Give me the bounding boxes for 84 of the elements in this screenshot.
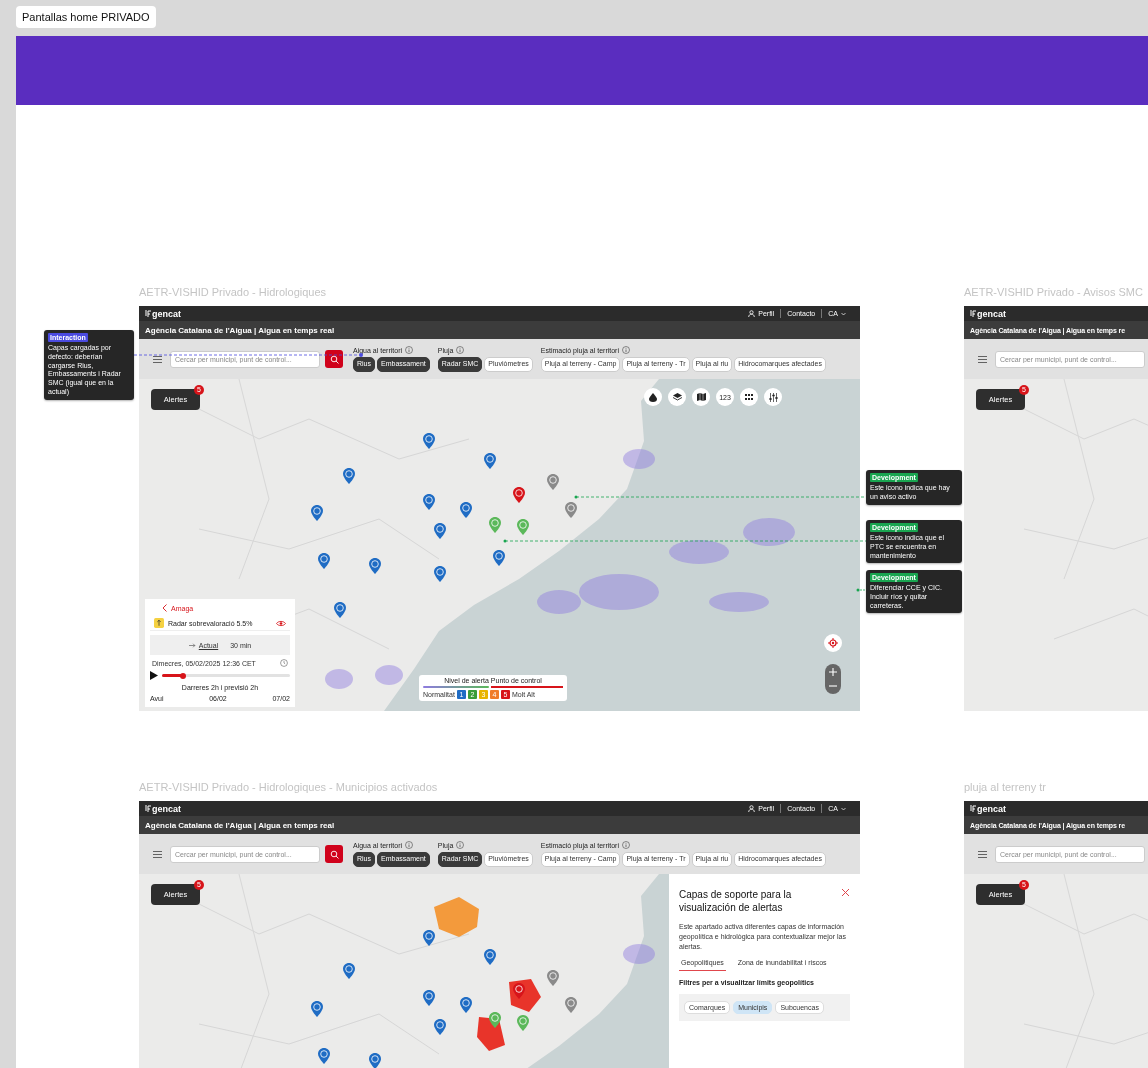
brand-name[interactable]: gencat bbox=[977, 308, 1006, 319]
person-icon bbox=[748, 310, 756, 317]
info-icon[interactable] bbox=[456, 841, 465, 850]
brand-icon bbox=[145, 805, 151, 812]
rain-area bbox=[375, 665, 403, 685]
map-pin-icon[interactable] bbox=[423, 433, 435, 449]
map-pin-icon[interactable] bbox=[434, 1019, 446, 1035]
chevron-left-icon bbox=[162, 604, 167, 612]
map-pin-icon[interactable] bbox=[460, 997, 472, 1013]
info-icon[interactable] bbox=[405, 841, 414, 850]
map-pin-icon[interactable] bbox=[334, 602, 346, 618]
map-pin-icon[interactable] bbox=[318, 1048, 330, 1064]
frame-title: AETR-VISHID Privado - Hidrologiques - Municipios activados bbox=[139, 781, 438, 793]
rain-area bbox=[623, 944, 655, 964]
map-pin-icon[interactable] bbox=[565, 997, 577, 1013]
menu-icon[interactable] bbox=[978, 850, 987, 858]
drop-icon bbox=[649, 392, 657, 402]
map-pin-icon[interactable] bbox=[423, 494, 435, 510]
play-icon[interactable] bbox=[150, 671, 158, 680]
municipality-shape[interactable] bbox=[477, 1017, 505, 1051]
search-button[interactable] bbox=[325, 845, 343, 863]
caret-icon bbox=[841, 806, 846, 811]
map-icon bbox=[696, 393, 706, 401]
rain-area bbox=[623, 449, 655, 469]
site-title: Agència Catalana de l'Aigua | Aigua en temps real bbox=[145, 325, 335, 335]
map-pin-icon[interactable] bbox=[547, 970, 559, 986]
layers-icon bbox=[672, 393, 682, 401]
clock-icon[interactable] bbox=[280, 659, 288, 667]
map-pin-icon[interactable] bbox=[434, 523, 446, 539]
leader-line bbox=[856, 588, 867, 592]
person-icon bbox=[748, 805, 756, 812]
brand-name[interactable]: gencat bbox=[152, 308, 181, 319]
brand-icon bbox=[970, 805, 976, 812]
map-pin-icon[interactable] bbox=[369, 1053, 381, 1068]
close-icon[interactable] bbox=[841, 888, 850, 897]
map-pin-icon[interactable] bbox=[311, 1001, 323, 1017]
rain-area bbox=[743, 518, 795, 546]
brand-name[interactable]: gencat bbox=[152, 803, 181, 814]
info-icon[interactable] bbox=[622, 346, 630, 355]
search-icon bbox=[329, 354, 339, 364]
panel-title: Capas de soporte para la visualización de alertas bbox=[679, 888, 793, 914]
map-pin-icon[interactable] bbox=[493, 550, 505, 566]
brand-name[interactable]: gencat bbox=[977, 803, 1006, 814]
map-pin-icon[interactable] bbox=[343, 963, 355, 979]
menu-icon[interactable] bbox=[153, 850, 162, 858]
menu-icon[interactable] bbox=[978, 355, 987, 363]
map-pin-icon[interactable] bbox=[434, 566, 446, 582]
map-pin-icon[interactable] bbox=[513, 487, 525, 503]
frame-title: AETR-VISHID Privado - Avisos SMC bbox=[964, 286, 1143, 298]
map-pin-icon[interactable] bbox=[565, 502, 577, 518]
zoom-in-icon[interactable] bbox=[826, 665, 840, 679]
map-pin-icon[interactable] bbox=[513, 983, 525, 999]
rain-area bbox=[325, 669, 353, 689]
brand-icon bbox=[145, 310, 151, 317]
map-pin-icon[interactable] bbox=[484, 949, 496, 965]
map-pin-icon[interactable] bbox=[460, 502, 472, 518]
menu-icon[interactable] bbox=[153, 355, 162, 363]
map-pin-icon[interactable] bbox=[423, 990, 435, 1006]
info-icon[interactable] bbox=[405, 346, 414, 355]
map-pin-icon[interactable] bbox=[343, 468, 355, 484]
map-pin-icon[interactable] bbox=[311, 505, 323, 521]
search-icon bbox=[329, 849, 339, 859]
rain-area bbox=[669, 540, 729, 564]
page-label[interactable]: Pantallas home PRIVADO bbox=[16, 6, 156, 28]
map-pin-icon[interactable] bbox=[423, 930, 435, 946]
warning-icon bbox=[154, 618, 164, 628]
search-button[interactable] bbox=[325, 350, 343, 368]
map-pin-icon[interactable] bbox=[489, 1012, 501, 1028]
site-title: Agència Catalana de l'Aigua | Aigua en temps real bbox=[145, 820, 335, 830]
caret-icon bbox=[841, 311, 846, 316]
frame-title: AETR-VISHID Privado - Hidrologiques bbox=[139, 286, 327, 298]
sliders-icon bbox=[768, 392, 778, 402]
info-icon[interactable] bbox=[456, 346, 465, 355]
brand-icon bbox=[970, 310, 976, 317]
rain-area bbox=[709, 592, 769, 612]
map-pin-icon[interactable] bbox=[484, 453, 496, 469]
grid-icon bbox=[745, 393, 753, 401]
map-pin-icon[interactable] bbox=[318, 553, 330, 569]
map-pin-icon[interactable] bbox=[547, 474, 559, 490]
info-icon[interactable] bbox=[622, 841, 630, 850]
target-icon bbox=[828, 638, 838, 648]
map-pin-icon[interactable] bbox=[369, 558, 381, 574]
eye-icon[interactable] bbox=[276, 619, 286, 627]
arrow-right-icon bbox=[188, 642, 196, 648]
